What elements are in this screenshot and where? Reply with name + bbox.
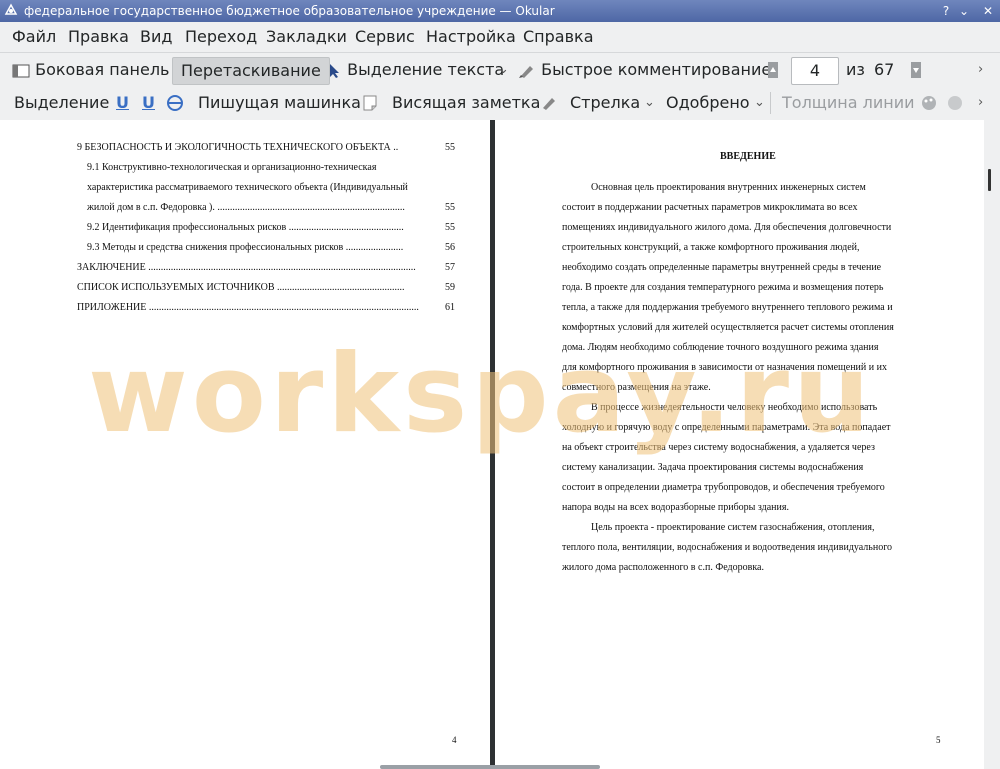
stamp-dropdown-icon[interactable]: ⌄	[754, 90, 765, 116]
section-heading: ВВЕДЕНИЕ	[720, 151, 776, 162]
menu-settings[interactable]: Настройка	[426, 27, 516, 46]
drag-tool-button[interactable]: Перетаскивание	[172, 57, 330, 85]
help-icon[interactable]: ?	[938, 3, 954, 19]
page-number-input[interactable]: 4	[791, 57, 839, 85]
body-line: совместного размещения на этаже.	[562, 382, 711, 393]
body-line: помещениях индивидуального жилого дома. …	[562, 222, 892, 233]
horizontal-scroll-indicator[interactable]	[380, 765, 600, 769]
quick-comment-label: Быстрое комментирование	[541, 60, 772, 79]
arrow-button[interactable]: Стрелка	[570, 90, 640, 116]
strikeout-icon[interactable]	[166, 94, 184, 112]
body-line: комфортных условий для жителей осуществл…	[562, 322, 894, 333]
toc-page: 59	[445, 282, 455, 293]
arrow-dropdown-icon[interactable]: ⌄	[644, 90, 655, 116]
okular-window: федеральное государственное бюджетное об…	[0, 0, 1000, 769]
body-line: состоит в определении диаметра трубопров…	[562, 482, 885, 493]
previous-page-icon[interactable]	[768, 62, 778, 78]
toc-page: 61	[445, 302, 455, 313]
quick-comment-button[interactable]: Быстрое комментирование	[518, 57, 771, 83]
drag-tool-label: Перетаскивание	[181, 61, 321, 80]
scroll-thumb[interactable]	[988, 169, 991, 191]
body-line: систему канализации. Задача проектирован…	[562, 462, 864, 473]
color-palette-icon[interactable]	[920, 94, 938, 112]
chevron-down-icon[interactable]: ⌄	[498, 57, 509, 83]
page-4: 9 БЕЗОПАСНОСТЬ И ЭКОЛОГИЧНОСТЬ ТЕХНИЧЕСК…	[0, 120, 490, 769]
document-viewport[interactable]: 9 БЕЗОПАСНОСТЬ И ЭКОЛОГИЧНОСТЬ ТЕХНИЧЕСК…	[0, 120, 1000, 769]
toc-entry[interactable]: жилой дом в с.п. Федоровка ). ..........…	[87, 202, 405, 213]
body-line: дома. Людям необходимо соблюдение точног…	[562, 342, 879, 353]
sidebar-icon	[12, 64, 30, 77]
minimize-icon[interactable]: ⌄	[956, 3, 972, 19]
body-line: состоит в поддержании расчетных параметр…	[562, 202, 858, 213]
line-width-button[interactable]: Толщина линии	[782, 90, 915, 116]
text-select-button[interactable]: Выделение текста	[328, 57, 504, 83]
main-toolbar: Боковая панель Перетаскивание Выделение …	[0, 52, 1000, 87]
sidebar-label: Боковая панель	[35, 60, 170, 79]
menu-tools[interactable]: Сервис	[355, 27, 415, 46]
page-number: 4	[452, 735, 457, 745]
body-line: Основная цель проектирования внутренних …	[591, 182, 866, 193]
page-of-label: из	[846, 60, 865, 79]
toc-page: 55	[445, 222, 455, 233]
menu-go[interactable]: Переход	[185, 27, 257, 46]
toc-entry[interactable]: ЗАКЛЮЧЕНИЕ .............................…	[77, 262, 416, 273]
annotation-pen-icon	[519, 65, 533, 78]
sidebar-button[interactable]: Боковая панель	[12, 57, 169, 83]
page-number: 5	[936, 735, 941, 745]
opacity-icon[interactable]	[946, 94, 964, 112]
toolbar-overflow-icon[interactable]: ›	[978, 57, 983, 83]
body-line: напора воды на всех водоразборные прибор…	[562, 502, 789, 513]
toc-page: 57	[445, 262, 455, 273]
sticky-note-button[interactable]: Висящая заметка	[392, 90, 540, 116]
okular-app-icon	[4, 3, 18, 15]
body-line: холодную и горячую воду с определенными …	[562, 422, 891, 433]
body-line: необходимо создать определенные параметр…	[562, 262, 882, 273]
highlight-button[interactable]: Выделение	[14, 90, 109, 116]
menu-edit[interactable]: Правка	[68, 27, 129, 46]
toolbar-separator	[770, 92, 771, 114]
body-line: В процессе жизнедеятельности человеку не…	[591, 402, 878, 413]
squiggly-underline-icon[interactable]: U	[142, 90, 155, 116]
title-bar: федеральное государственное бюджетное об…	[0, 0, 1000, 22]
toc-entry[interactable]: СПИСОК ИСПОЛЬЗУЕМЫХ ИСТОЧНИКОВ .........…	[77, 282, 405, 293]
pen-icon[interactable]	[540, 95, 558, 111]
cursor-icon	[330, 63, 339, 78]
next-page-icon[interactable]	[911, 62, 921, 78]
page-total: 67	[874, 60, 895, 79]
stamp-button[interactable]: Одобрено	[666, 90, 750, 116]
toc-page: 55	[445, 202, 455, 213]
toc-page: 56	[445, 242, 455, 253]
toc-page: 55	[445, 142, 455, 153]
body-line: тепла, а также для поддержания требуемог…	[562, 302, 893, 313]
typewriter-button[interactable]: Пишущая машинка	[198, 90, 361, 116]
vertical-scrollbar[interactable]	[984, 120, 1000, 769]
toc-entry[interactable]: 9.3 Методы и средства снижения профессио…	[87, 242, 403, 253]
menu-file[interactable]: Файл	[12, 27, 56, 46]
menu-bar: Файл Правка Вид Переход Закладки Сервис …	[0, 22, 1000, 52]
text-select-label: Выделение текста	[347, 60, 505, 79]
page-5: ВВЕДЕНИЕ Основная цель проектирования вн…	[495, 120, 984, 769]
close-icon[interactable]: ✕	[980, 3, 996, 19]
annotation-toolbar: Выделение U U Пишущая машинка Висящая за…	[0, 86, 1000, 120]
current-page: 4	[809, 61, 821, 80]
toc-entry[interactable]: 9.2 Идентификация профессиональных риско…	[87, 222, 404, 233]
toolbar2-overflow-icon[interactable]: ›	[978, 90, 983, 116]
body-line: жилого дома расположенного в с.п. Федоро…	[562, 562, 764, 573]
menu-help[interactable]: Справка	[523, 27, 594, 46]
toc-entry[interactable]: характеристика рассматриваемого техничес…	[87, 182, 408, 193]
toc-entry[interactable]: 9 БЕЗОПАСНОСТЬ И ЭКОЛОГИЧНОСТЬ ТЕХНИЧЕСК…	[77, 142, 398, 153]
menu-view[interactable]: Вид	[140, 27, 172, 46]
underline-icon[interactable]: U	[116, 90, 129, 116]
menu-bookmarks[interactable]: Закладки	[266, 27, 347, 46]
body-line: теплого пола, вентиляции, водоснабжения …	[562, 542, 893, 553]
toc-entry[interactable]: ПРИЛОЖЕНИЕ .............................…	[77, 302, 419, 313]
window-title: федеральное государственное бюджетное об…	[24, 4, 555, 18]
body-line: для комфортного проживания в зависимости…	[562, 362, 887, 373]
sticky-note-icon[interactable]	[362, 95, 378, 111]
toc-entry[interactable]: 9.1 Конструктивно-технологическая и орга…	[87, 162, 376, 173]
body-line: строительных конструкций, а также комфор…	[562, 242, 860, 253]
body-line: на объект строительства через систему во…	[562, 442, 875, 453]
body-line: Цель проекта - проектирование систем газ…	[591, 522, 875, 533]
body-line: года. В проекте для создания температурн…	[562, 282, 884, 293]
